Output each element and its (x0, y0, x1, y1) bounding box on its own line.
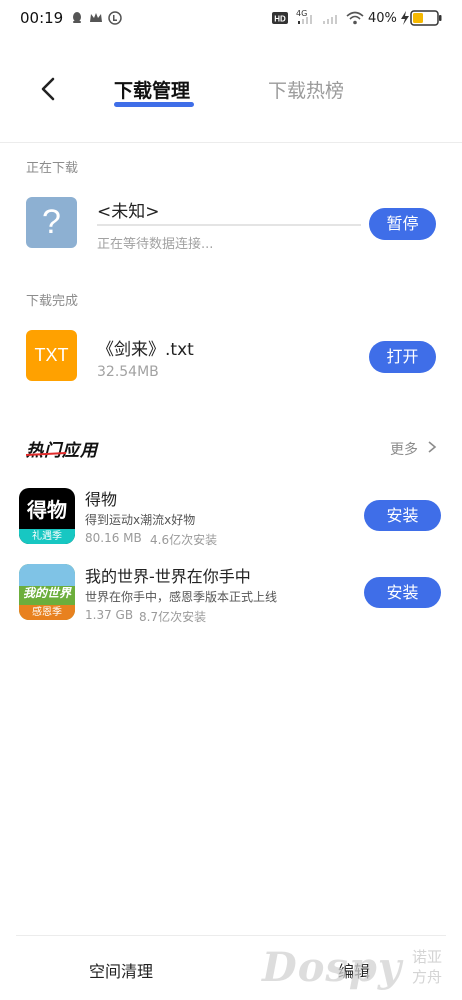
wifi-icon (346, 11, 364, 25)
crown-icon (90, 13, 102, 22)
dewu-icon-tag: 礼遇季 (19, 529, 75, 544)
status-time: 00:19 (20, 9, 64, 27)
txt-file-icon: TXT (26, 330, 77, 381)
watermark-cn-line2: 方舟 (412, 968, 443, 986)
minecraft-sky (19, 564, 75, 586)
hot-apps-title: 热门应用 (26, 441, 98, 461)
open-button[interactable]: 打开 (369, 341, 436, 373)
qq-icon (73, 12, 81, 23)
pause-button[interactable]: 暂停 (369, 208, 436, 240)
app-desc: 得到运动x潮流x好物 (85, 513, 196, 527)
dewu-logo-text: 得物 (27, 498, 67, 522)
tab-download-manager[interactable]: 下载管理 (114, 76, 190, 103)
signal-2-icon (323, 15, 337, 24)
vpn-icon (108, 11, 122, 25)
status-bar: 00:19 HD 4G 40% (0, 0, 462, 38)
question-mark-icon: ? (42, 203, 61, 241)
minecraft-icon-tag: 感恩季 (19, 605, 75, 620)
battery-percent: 40% (368, 11, 397, 26)
downloading-item-status: 正在等待数据连接... (97, 237, 214, 252)
bottom-divider (16, 935, 446, 936)
hot-title-accent-mark (26, 452, 67, 456)
chevron-right-icon[interactable] (426, 440, 438, 454)
app-installs: 8.7亿次安装 (139, 610, 207, 624)
app-size: 80.16 MB (85, 531, 142, 545)
downloading-section-label: 正在下载 (26, 161, 79, 176)
unknown-app-icon: ? (26, 197, 77, 248)
hd-icon: HD (272, 12, 288, 24)
app-name: 我的世界-世界在你手中 (85, 567, 251, 586)
charging-icon (401, 11, 409, 25)
tab-active-indicator (114, 102, 194, 107)
dospy-watermark: Dospy (262, 944, 403, 991)
install-button[interactable]: 安装 (364, 500, 441, 531)
completed-section-label: 下载完成 (26, 294, 79, 309)
completed-item-name: 《剑来》.txt (97, 340, 194, 360)
minecraft-app-icon[interactable]: 我的世界 感恩季 (19, 564, 75, 620)
app-desc: 世界在你手中，感恩季版本正式上线 (85, 590, 278, 604)
dewu-app-icon[interactable]: 得物 礼遇季 (19, 488, 75, 544)
header-divider (0, 142, 462, 143)
clean-space-button[interactable]: 空间清理 (89, 958, 153, 982)
completed-item-size: 32.54MB (97, 364, 159, 380)
tab-download-ranking[interactable]: 下载热榜 (268, 76, 344, 103)
more-link[interactable]: 更多 (390, 439, 418, 459)
svg-text:HD: HD (274, 15, 286, 24)
app-name: 得物 (85, 490, 118, 509)
watermark-cn: 诺亚 方舟 (412, 947, 452, 987)
app-installs: 4.6亿次安装 (150, 533, 218, 547)
install-button[interactable]: 安装 (364, 577, 441, 608)
downloading-item-name: <未知> (97, 202, 160, 222)
minecraft-logo-text: 我的世界 (22, 586, 71, 600)
app-size: 1.37 GB (85, 608, 134, 622)
download-progress-bar (97, 224, 361, 226)
back-button[interactable] (34, 74, 64, 104)
watermark-cn-line1: 诺亚 (412, 948, 443, 966)
battery-icon (410, 10, 442, 26)
signal-icon (298, 15, 312, 24)
